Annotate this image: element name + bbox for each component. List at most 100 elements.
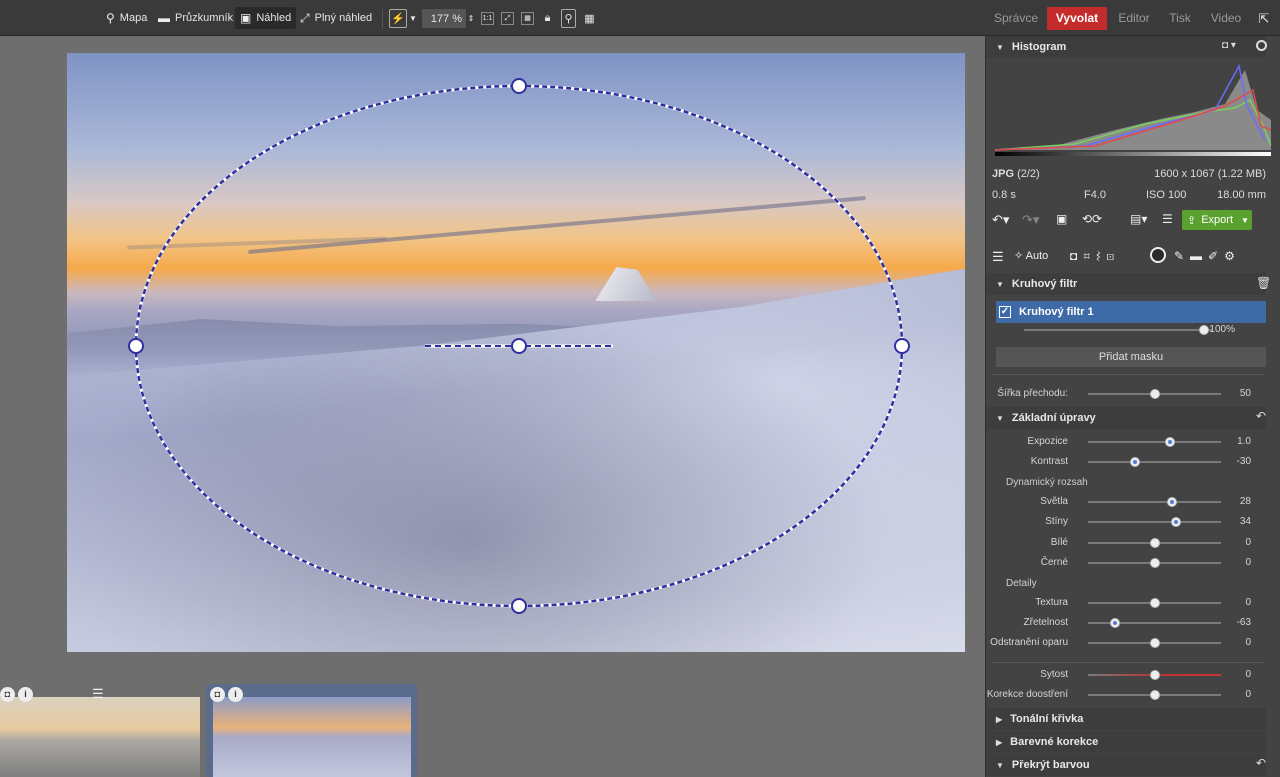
image-icon[interactable]: ▣ [1056,212,1067,226]
slider-knob[interactable] [1149,670,1160,680]
iso: ISO 100 [1146,189,1187,201]
radial-filter-tool-icon[interactable] [1150,247,1166,263]
map-label: Mapa [119,12,148,24]
slider-knob[interactable] [1149,558,1160,568]
fullscreen-label: Plný náhled [314,12,373,24]
slider-expozice[interactable]: Expozice 1.0 [986,432,1266,452]
tool-icons[interactable]: ◘⌗⌇⊡ [1070,249,1120,264]
camera-icon[interactable]: ◘ [210,687,225,702]
one-to-one-button[interactable]: 1:1 [480,9,495,28]
filmstrip: ◘ i ☰ ◘ i [0,680,985,777]
slider-knob[interactable] [1129,457,1140,467]
slider-track [1088,622,1221,624]
slider-value: -30 [1236,456,1251,467]
slider-knob[interactable] [1149,690,1160,700]
lock-icon[interactable]: 🔒︎ [541,9,554,28]
camera-icon[interactable]: ◘ [0,687,15,702]
adjustments-icon[interactable]: ☰ [92,686,104,702]
slider-label: Expozice [1027,436,1068,447]
filter-handle-right[interactable] [894,338,910,354]
adjustments-icon[interactable]: ☰ [992,249,1004,265]
zoom-field[interactable]: 177 % [422,9,466,28]
brush-tools-icons[interactable]: ✎▬✐⚙ [1174,249,1241,263]
slider-knob[interactable] [1165,437,1176,447]
slider-knob[interactable] [1109,618,1120,628]
grid-settings-icon[interactable]: ▦ [582,9,597,28]
slider-value: 0 [1245,557,1251,568]
thumbnail-1[interactable] [0,697,200,777]
slider-knob[interactable] [1149,638,1160,648]
expand-icon: ▶ [996,714,1003,724]
histogram-camera-icon[interactable]: ◘ ▾ [1222,40,1236,51]
color-corrections-header[interactable]: ▶ Barevné korekce [986,731,1266,753]
thumbnail-2[interactable] [213,697,411,777]
slider-value: 0 [1245,669,1251,680]
flash-icon[interactable]: ⚡ [389,9,407,28]
reset-icon[interactable]: ↶ [1256,756,1266,770]
tab-editor[interactable]: Editor [1112,7,1156,30]
slider-track [1088,521,1221,523]
fullscreen-button[interactable]: ⤢ Plný náhled [300,0,372,36]
redo-icon[interactable]: ↷▾ [1022,212,1039,228]
chevron-down-icon[interactable]: ▼ [407,9,419,28]
zoom-stepper-icon[interactable]: ⇕ [466,9,476,28]
trash-icon[interactable]: 🗑︎ [1256,276,1271,290]
slider-korekce-doostření[interactable]: Korekce doostření 0 [986,685,1266,705]
checkbox-icon[interactable]: ✓ [999,306,1011,318]
external-window-icon[interactable]: ⇱ [1256,9,1272,28]
auto-button[interactable]: ✧ Auto [1014,249,1048,262]
slider-kontrast[interactable]: Kontrast -30 [986,452,1266,472]
explorer-button[interactable]: ▬ Průzkumník [158,0,233,36]
slider-černé[interactable]: Černé 0 [986,553,1266,573]
slider-knob[interactable] [1149,598,1160,608]
feather-slider[interactable]: Šířka přechodu: 50 [986,384,1266,404]
filter-handle-bottom[interactable] [511,598,527,614]
preview-button[interactable]: ▣ Náhled [235,7,297,29]
tab-video[interactable]: Video [1204,7,1248,30]
undo-icon[interactable]: ↶▾ [992,212,1009,228]
develop-panel: ▼ Histogram ◘ ▾ JPG (2/2) 1600 x 1067 (1.… [985,36,1280,777]
save-icon[interactable]: ▤▾ [1130,212,1147,226]
slider-knob[interactable] [1166,497,1177,507]
fill-icon[interactable]: ▦ [520,9,535,28]
tab-tisk[interactable]: Tisk [1162,7,1198,30]
tonal-curve-header[interactable]: ▶ Tonální křivka [986,708,1266,730]
folder-icon: ▬ [158,11,170,25]
basic-adjustments-header[interactable]: ▼ Základní úpravy [986,407,1266,429]
slider-zřetelnost[interactable]: Zřetelnost -63 [986,613,1266,633]
slider-knob[interactable] [1150,389,1160,399]
reset-icon[interactable]: ↶ [1256,409,1266,423]
slider-label: Kontrast [1030,456,1068,467]
export-button[interactable]: ⇪ Export ▼ [1182,210,1252,230]
add-mask-button[interactable]: Přidat masku [996,347,1266,367]
slider-textura[interactable]: Textura 0 [986,593,1266,613]
map-button[interactable]: ⚲ Mapa [106,0,147,36]
filter-handle-center[interactable] [511,338,527,354]
slider-bílé[interactable]: Bílé 0 [986,533,1266,553]
radial-filter-header[interactable]: ▼ Kruhový filtr [986,273,1266,295]
tab-vyvolat[interactable]: Vyvolat [1047,7,1107,30]
slider-label: Světla [1040,496,1068,507]
clipping-icon[interactable] [1256,40,1267,51]
filter-handle-top[interactable] [511,78,527,94]
tab-spravce[interactable]: Správce [990,7,1042,30]
slider-label: Korekce doostření [986,689,1068,700]
slider-stíny[interactable]: Stíny 34 [986,512,1266,532]
slider-odstranění-oparu[interactable]: Odstranění oparu 0 [986,633,1266,653]
explorer-label: Průzkumník [175,12,234,24]
info-icon[interactable]: i [18,687,33,702]
overlay-color-header[interactable]: ▼ Překrýt barvou [986,754,1266,776]
slider-sytost[interactable]: Sytost 0 [986,665,1266,685]
slider-label: Černé [1040,557,1068,568]
rotate-icon[interactable]: ⟲⟳ [1082,212,1102,226]
info-icon[interactable]: i [228,687,243,702]
sliders-icon[interactable]: ☰ [1162,212,1173,226]
filter-opacity-slider[interactable]: 100% [986,320,1266,340]
filter-handle-left[interactable] [128,338,144,354]
fit-icon[interactable]: ⤢ [500,9,515,28]
person-zoom-icon[interactable]: ⚲ [561,9,576,28]
slider-knob[interactable] [1170,517,1181,527]
slider-světla[interactable]: Světla 28 [986,492,1266,512]
radial-filter-overlay[interactable] [0,36,985,777]
slider-knob[interactable] [1149,538,1160,548]
